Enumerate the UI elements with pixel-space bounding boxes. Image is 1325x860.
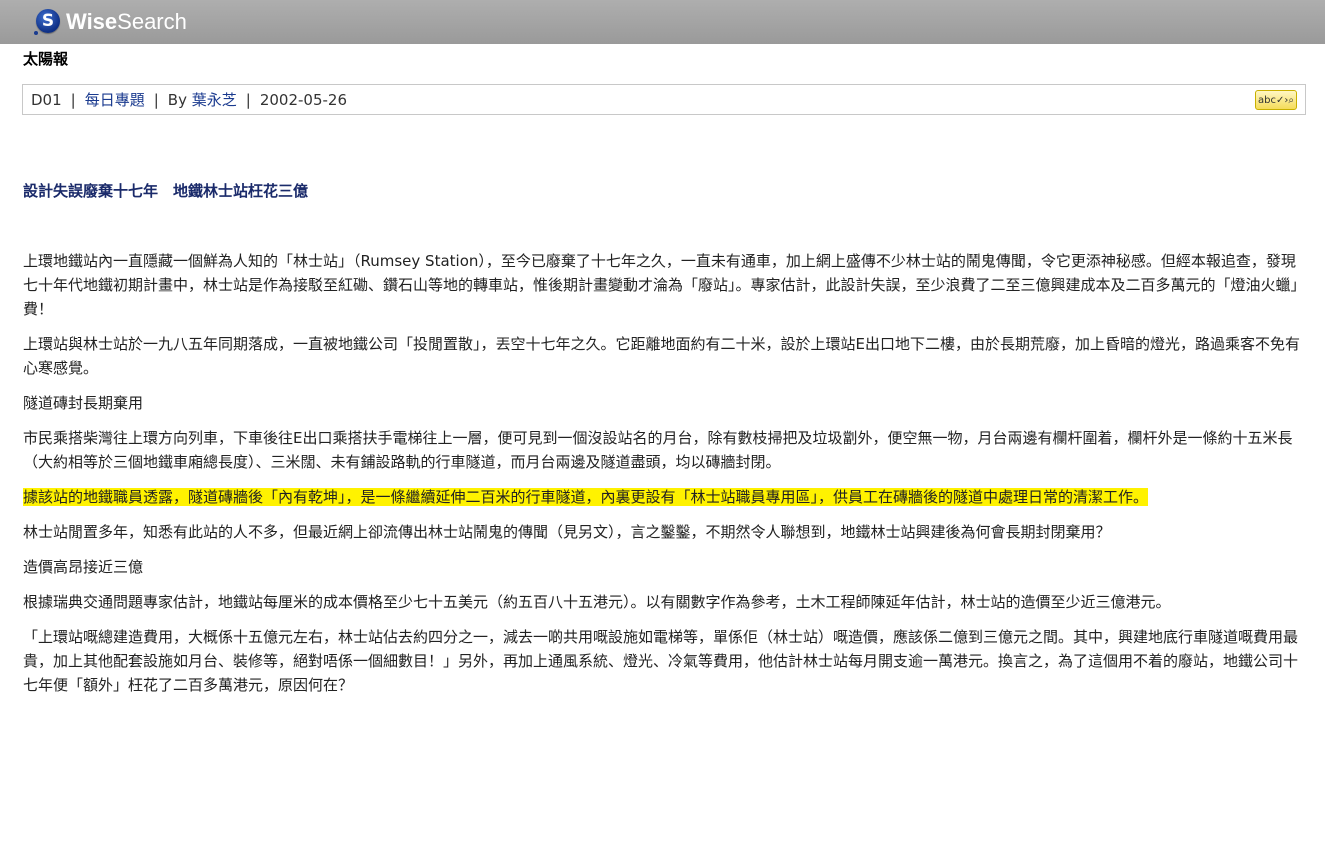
article-paragraph: 上環地鐵站內一直隱藏一個鮮為人知的「林士站」（Rumsey Station），至…: [23, 252, 1306, 318]
article-paragraph: 根據瑞典交通問題專家估計，地鐵站每厘米的成本價格至少七十五美元（約五百八十五港元…: [23, 593, 1171, 611]
article-date: 2002-05-26: [259, 90, 347, 109]
logo-text: WiseSearch: [66, 9, 187, 34]
article-paragraph: 市民乘搭柴灣往上環方向列車，下車後往E出口乘搭扶手電梯往上一層，便可見到一個沒設…: [23, 429, 1293, 471]
article-headline: 設計失誤廢棄十七年 地鐵林士站枉花三億: [23, 182, 309, 200]
wisesearch-logo[interactable]: S WiseSearch: [34, 0, 187, 44]
meta-separator: |: [245, 90, 251, 109]
article-subheading: 造價高昂接近三億: [23, 558, 144, 576]
article-body: 上環地鐵站內一直隱藏一個鮮為人知的「林士站」（Rumsey Station），至…: [23, 249, 1308, 708]
logo-s-icon: S: [36, 9, 60, 33]
article-paragraph: 林士站閒置多年，知悉有此站的人不多，但最近網上卻流傳出林士站鬧鬼的傳聞（見另文）…: [23, 523, 1111, 541]
page-number: D01: [31, 90, 62, 109]
article-meta-bar: D01 | 每日專題 | By 葉永芝 | 2002-05-26 abc✓›⌕: [22, 84, 1306, 115]
logo-dot-icon: [34, 31, 38, 35]
meta-separator: |: [153, 90, 159, 109]
author-prefix: By: [167, 90, 187, 109]
meta-separator: |: [70, 90, 76, 109]
section-name: 每日專題: [84, 91, 145, 109]
highlighted-paragraph: 據該站的地鐵職員透露，隧道磚牆後「內有乾坤」，是一條繼續延伸二百米的行車隧道，內…: [23, 485, 1308, 509]
author-name: 葉永芝: [191, 91, 237, 109]
newspaper-name: 太陽報: [23, 50, 69, 68]
top-bar: S WiseSearch: [0, 0, 1325, 44]
spellcheck-search-icon[interactable]: abc✓›⌕: [1255, 90, 1297, 110]
article-paragraph: 上環站與林士站於一九八五年同期落成，一直被地鐵公司「投閒置散」，丟空十七年之久。…: [23, 335, 1300, 377]
highlighted-text: 據該站的地鐵職員透露，隧道磚牆後「內有乾坤」，是一條繼續延伸二百米的行車隧道，內…: [23, 488, 1149, 506]
article-subheading: 隧道磚封長期棄用: [23, 394, 144, 412]
article-paragraph: 「上環站嘅總建造費用，大概係十五億元左右，林士站佔去約四分之一，減去一啲共用嘅設…: [23, 628, 1299, 694]
